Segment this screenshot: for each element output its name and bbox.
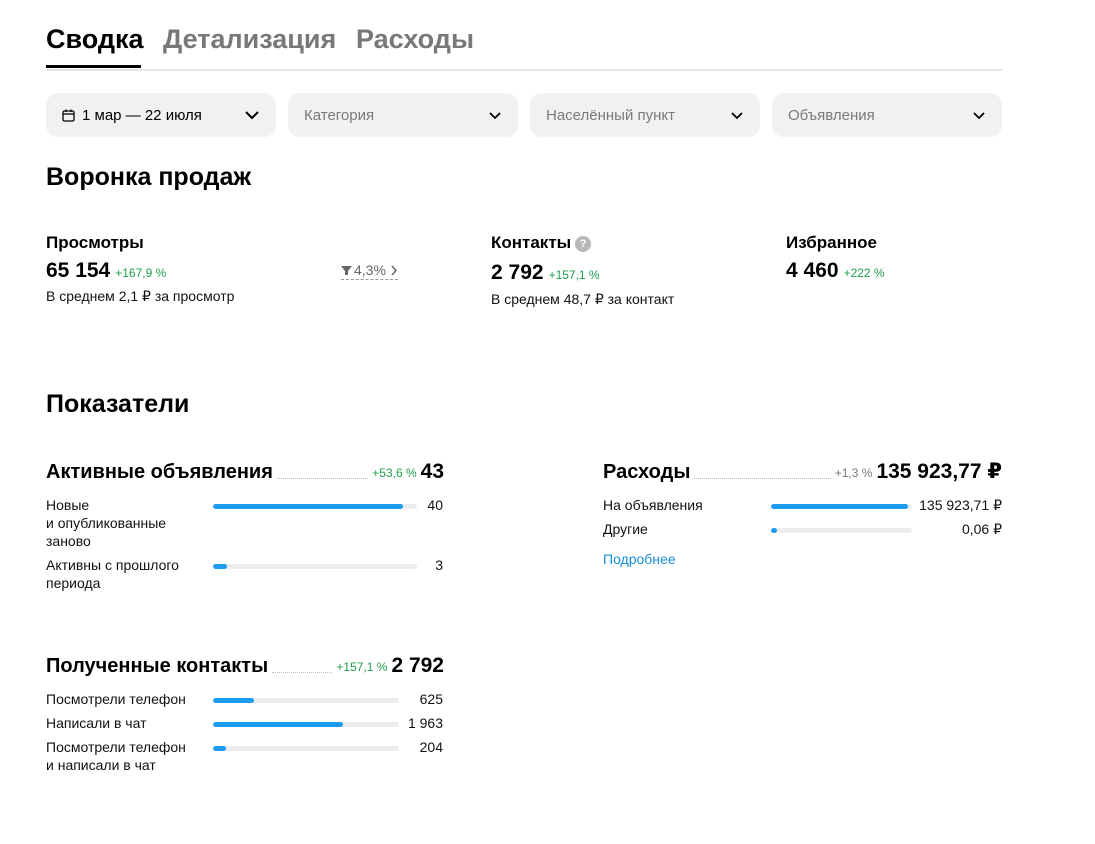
chevron-down-icon — [973, 111, 985, 119]
expenses-title: Расходы — [603, 461, 691, 483]
row-value: 0,06 ₽ — [961, 521, 1002, 537]
views-number: 65 154 — [46, 259, 111, 282]
label-line: и опубликованные — [46, 515, 167, 531]
favorites-change: +222 % — [843, 266, 885, 280]
active-ads-title: Активные объявления — [46, 461, 273, 483]
tab-expenses[interactable]: Расходы — [356, 22, 474, 56]
views-label: Просмотры — [46, 233, 144, 252]
row-label-other: Другие — [603, 521, 648, 537]
filter-funnel-icon — [341, 265, 352, 275]
progress-fill — [213, 746, 227, 751]
category-placeholder: Категория — [304, 106, 375, 124]
progress-fill — [213, 564, 228, 569]
contacts-received-total: 2 792 — [391, 654, 444, 677]
expenses-header: Расходы +1,3 % 135 923,77 ₽ — [603, 460, 1002, 484]
progress-bar — [771, 504, 912, 509]
funnel-title: Воронка продаж — [46, 163, 252, 191]
tab-summary[interactable]: Сводка — [46, 22, 144, 56]
contacts-received-change: +157,1 % — [336, 660, 388, 674]
row-label-phone-and-chat: Посмотрели телефон и написали в чат — [46, 738, 186, 774]
tab-details[interactable]: Детализация — [163, 22, 336, 56]
chevron-down-icon — [489, 111, 501, 119]
active-ads-change: +53,6 % — [372, 466, 417, 480]
progress-bar — [213, 698, 399, 703]
label-line: и написали в чат — [46, 757, 156, 773]
progress-bar — [213, 564, 417, 569]
views-change: +167,9 % — [115, 266, 167, 280]
dotted-leader — [272, 672, 333, 673]
ads-select[interactable]: Объявления — [772, 93, 1002, 137]
label-line: Написали в чат — [46, 715, 147, 731]
date-range-value: 1 мар — 22 июля — [82, 106, 202, 124]
label-line: заново — [46, 533, 91, 549]
progress-bar — [771, 528, 912, 533]
active-tab-indicator — [46, 65, 141, 68]
help-icon[interactable]: ? — [575, 236, 592, 252]
category-select[interactable]: Категория — [288, 93, 518, 137]
active-ads-header: Активные объявления +53,6 % 43 — [46, 460, 444, 484]
contacts-label: Контакты? — [491, 233, 592, 253]
row-value: 135 923,71 ₽ — [919, 497, 1002, 513]
favorites-number: 4 460 — [786, 259, 839, 282]
contacts-received-header: Полученные контакты +157,1 % 2 792 — [46, 654, 444, 678]
tab-bar: Сводка Детализация Расходы — [46, 22, 1002, 71]
progress-fill — [771, 504, 908, 509]
ads-placeholder: Объявления — [788, 106, 875, 124]
chevron-down-icon — [245, 111, 259, 120]
label-line: Посмотрели телефон — [46, 691, 186, 707]
contacts-label-text: Контакты — [491, 233, 572, 252]
label-line: периода — [46, 575, 101, 591]
progress-fill — [771, 528, 777, 533]
chevron-right-icon — [391, 265, 397, 275]
label-line: Новые — [46, 497, 90, 513]
chevron-down-icon — [731, 111, 743, 119]
indicators-title: Показатели — [46, 390, 190, 418]
row-label-viewed-phone: Посмотрели телефон — [46, 690, 186, 708]
progress-fill — [213, 698, 254, 703]
contacts-received-title: Полученные контакты — [46, 655, 269, 677]
row-value: 3 — [435, 557, 443, 573]
favorites-label: Избранное — [786, 233, 877, 252]
favorites-value: 4 460 +222 % — [786, 259, 885, 285]
conversion-link[interactable]: 4,3% — [341, 262, 398, 280]
row-value: 1 963 — [407, 715, 443, 731]
contacts-number: 2 792 — [491, 261, 544, 284]
more-link[interactable]: Подробнее — [603, 550, 676, 568]
row-value: 40 — [427, 497, 443, 513]
location-select[interactable]: Населённый пункт — [530, 93, 760, 137]
views-average: В среднем 2,1 ₽ за просмотр — [46, 288, 235, 304]
dotted-leader — [276, 478, 369, 479]
row-label-previous-period: Активны с прошлого периода — [46, 556, 179, 592]
row-label-new: Новые и опубликованные заново — [46, 496, 166, 550]
conversion-value: 4,3% — [354, 262, 386, 278]
row-label-chat: Написали в чат — [46, 714, 146, 732]
active-ads-total: 43 — [420, 460, 444, 483]
progress-bar — [213, 504, 417, 509]
contacts-change: +157,1 % — [548, 268, 600, 282]
location-placeholder: Населённый пункт — [546, 106, 676, 124]
contacts-average: В среднем 48,7 ₽ за контакт — [491, 291, 675, 307]
progress-bar — [213, 746, 399, 751]
progress-bar — [213, 722, 399, 727]
label-line: Активны с прошлого — [46, 557, 179, 573]
contacts-value: 2 792 +157,1 % — [491, 261, 600, 287]
dotted-leader — [694, 478, 831, 479]
views-value: 65 154 +167,9 % — [46, 259, 166, 285]
date-range-select[interactable]: 1 мар — 22 июля — [46, 93, 276, 137]
calendar-icon — [62, 109, 75, 122]
label-line: Посмотрели телефон — [46, 739, 186, 755]
progress-fill — [213, 504, 403, 509]
expenses-change: +1,3 % — [834, 466, 873, 480]
row-label-ads: На объявления — [603, 497, 703, 513]
expenses-total: 135 923,77 ₽ — [876, 460, 1002, 483]
row-value: 625 — [419, 691, 443, 707]
row-value: 204 — [419, 739, 443, 755]
progress-fill — [213, 722, 344, 727]
